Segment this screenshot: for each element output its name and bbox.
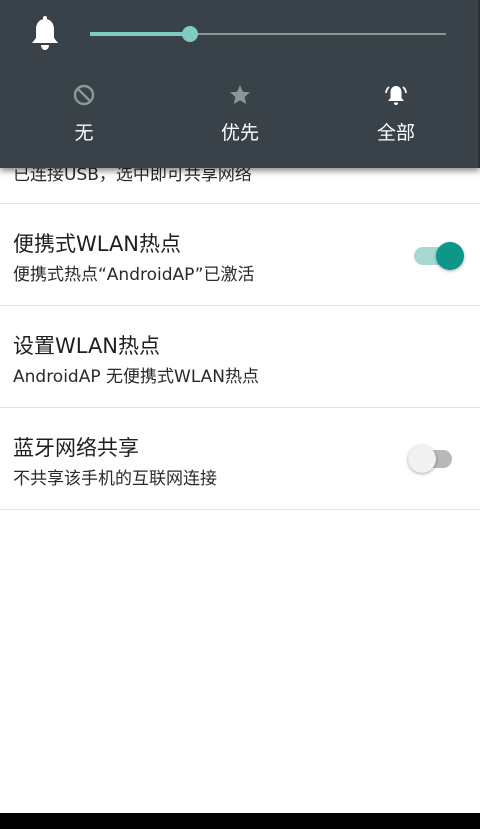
do-not-disturb-icon (73, 84, 95, 106)
mode-priority-label: 优先 (220, 122, 259, 144)
bluetooth-tethering-title: 蓝牙网络共享 (13, 436, 139, 460)
wlan-hotspot-setup-row[interactable]: 设置WLAN热点 AndroidAP 无便携式WLAN热点 (0, 306, 480, 408)
slider-knob[interactable] (182, 26, 198, 42)
mode-none-button[interactable]: 无 (24, 80, 144, 150)
bluetooth-tethering-toggle[interactable] (408, 442, 456, 474)
bluetooth-tethering-summary: 不共享该手机的互联网连接 (13, 469, 217, 489)
wlan-hotspot-title: 便携式WLAN热点 (13, 232, 182, 256)
notification-bell-icon (385, 86, 407, 105)
mode-priority-button[interactable]: 优先 (180, 80, 300, 150)
wlan-setup-title: 设置WLAN热点 (13, 334, 161, 358)
volume-panel: 无 优先 全部 (0, 0, 480, 168)
toggle-thumb (408, 445, 436, 473)
mode-all-label: 全部 (376, 122, 415, 144)
wlan-setup-summary: AndroidAP 无便携式WLAN热点 (13, 367, 260, 387)
wlan-hotspot-summary: 便携式热点“AndroidAP”已激活 (13, 265, 255, 285)
wlan-hotspot-toggle[interactable] (414, 239, 464, 271)
mode-none-label: 无 (74, 122, 94, 144)
navigation-bar (0, 813, 480, 829)
wlan-hotspot-row[interactable]: 便携式WLAN热点 便携式热点“AndroidAP”已激活 (0, 204, 480, 306)
star-icon (230, 85, 250, 104)
volume-slider[interactable] (90, 22, 446, 46)
slider-fill (90, 32, 190, 36)
bell-icon[interactable] (29, 16, 61, 52)
toggle-thumb (436, 242, 464, 270)
mode-all-button[interactable]: 全部 (336, 80, 456, 150)
bluetooth-tethering-row[interactable]: 蓝牙网络共享 不共享该手机的互联网连接 (0, 408, 480, 510)
